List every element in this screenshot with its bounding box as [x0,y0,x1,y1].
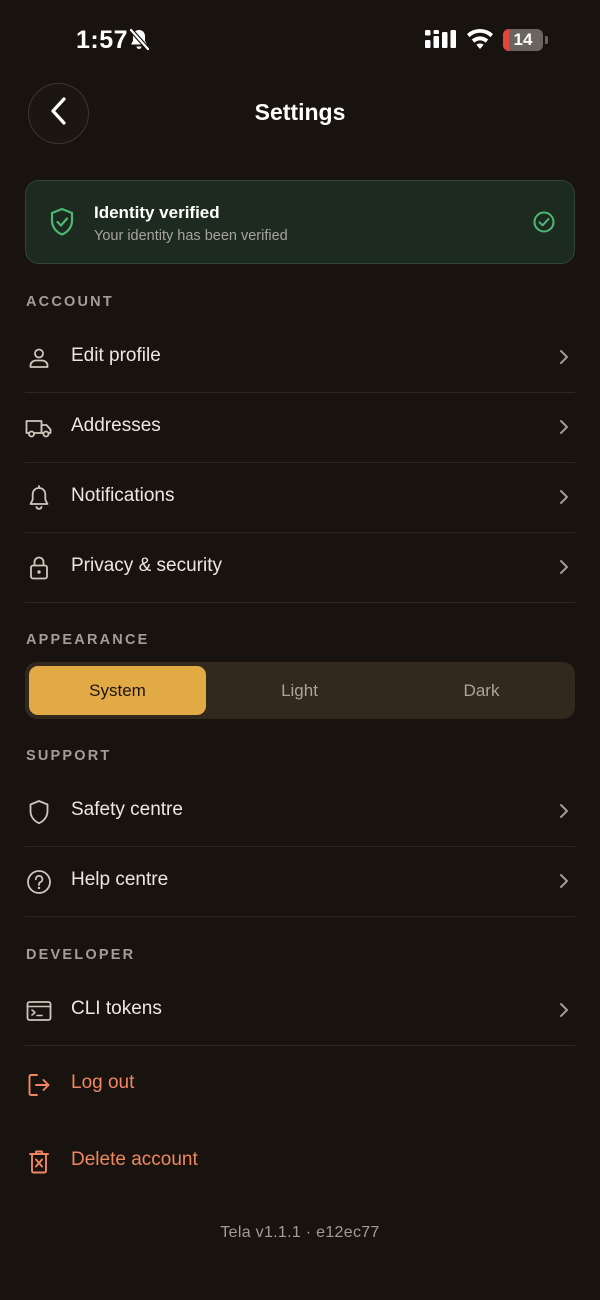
terminal-icon [25,997,53,1025]
logout-icon [25,1071,53,1099]
section-label-support: SUPPORT [26,748,112,764]
logout-label: Log out [71,1072,135,1093]
verified-subtitle: Your identity has been verified [94,228,288,244]
settings-row-help-centre[interactable]: Help centre [25,847,575,917]
section-label-appearance: APPEARANCE [26,632,150,648]
battery-indicator: 14 [503,29,548,51]
status-bar: 1:57 14 [0,0,600,80]
row-label: Privacy & security [71,555,222,576]
section-label-developer: DEVELOPER [26,947,136,963]
row-label: Notifications [71,485,175,506]
row-label: CLI tokens [71,998,162,1019]
delete-account-button[interactable]: Delete account [25,1127,575,1197]
appearance-option-system[interactable]: System [29,666,206,715]
row-label: Addresses [71,415,161,436]
truck-icon [25,414,53,442]
appearance-option-dark[interactable]: Dark [393,666,570,715]
delete-account-label: Delete account [71,1149,198,1170]
page-title: Settings [254,99,346,125]
chevron-right-icon [559,559,569,580]
identity-verified-card: Identity verified Your identity has been… [25,180,575,264]
row-label: Help centre [71,869,169,890]
wifi-icon [466,28,494,55]
chevron-right-icon [559,873,569,894]
shield-check-icon [49,207,75,242]
settings-row-cli-tokens[interactable]: CLI tokens [25,976,575,1046]
chevron-right-icon [559,489,569,510]
section-label-account: ACCOUNT [26,294,114,310]
bell-muted-icon [128,28,150,57]
appearance-option-light[interactable]: Light [211,666,388,715]
row-label: Safety centre [71,799,183,820]
check-circle-icon [532,210,556,239]
user-icon [25,344,53,372]
trash-icon [25,1148,53,1176]
cellular-signal-icon [425,30,457,55]
app-version: Tela v1.1.1 · e12ec77 [220,1224,380,1241]
chevron-right-icon [559,803,569,824]
settings-row-safety-centre[interactable]: Safety centre [25,777,575,847]
lock-icon [25,554,53,582]
verified-title: Identity verified [94,203,220,222]
help-circle-icon [25,868,53,896]
settings-row-notifications[interactable]: Notifications [25,463,575,533]
status-time: 1:57 [76,26,129,54]
settings-row-edit-profile[interactable]: Edit profile [25,323,575,393]
logout-button[interactable]: Log out [25,1050,575,1120]
chevron-right-icon [559,1002,569,1023]
row-label: Edit profile [71,345,161,366]
settings-row-privacy-security[interactable]: Privacy & security [25,533,575,603]
appearance-segmented-control: System Light Dark [25,662,575,719]
chevron-right-icon [559,349,569,370]
settings-row-addresses[interactable]: Addresses [25,393,575,463]
chevron-right-icon [559,419,569,440]
bell-icon [25,484,53,512]
shield-icon [25,798,53,826]
battery-level: 14 [513,30,533,49]
